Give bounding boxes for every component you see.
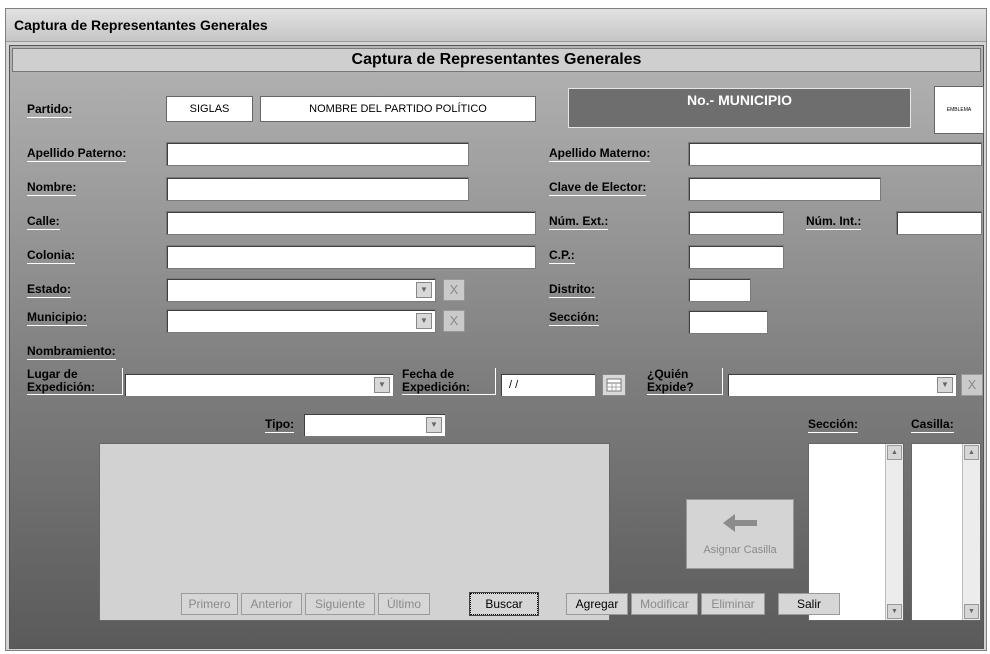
emblem-logo: EMBLEMA [934,86,984,134]
apellido-paterno-input[interactable] [166,142,469,166]
scroll-up-icon[interactable]: ▲ [964,445,979,460]
seccion-label: Sección: [549,310,600,326]
party-name-box: NOMBRE DEL PARTIDO POLÍTICO [260,96,536,122]
clave-elector-input[interactable] [688,177,881,201]
calendar-icon[interactable] [602,374,626,396]
quien-expide-select[interactable]: ▼ [727,373,957,397]
distrito-input[interactable] [688,278,751,302]
scroll-down-icon[interactable]: ▼ [964,604,979,619]
chevron-down-icon[interactable]: ▼ [374,377,390,393]
salir-button[interactable]: Salir [778,593,840,615]
apellido-materno-label: Apellido Materno: [549,146,651,162]
clear-estado-button[interactable]: X [443,279,465,301]
siguiente-button[interactable]: Siguiente [305,593,375,615]
agregar-button[interactable]: Agregar [566,593,628,615]
cp-label: C.P.: [549,248,575,264]
ultimo-button[interactable]: Último [378,593,430,615]
scroll-up-icon[interactable]: ▲ [887,445,902,460]
municipio-select[interactable]: ▼ [166,309,436,333]
estado-select[interactable]: ▼ [166,278,436,302]
calle-label: Calle: [27,214,60,230]
window-title: Captura de Representantes Generales [6,9,986,42]
colonia-input[interactable] [166,245,536,269]
siglas-box: SIGLAS [166,96,253,122]
scroll-down-icon[interactable]: ▼ [887,604,902,619]
quien-expide-label: ¿Quién Expide? [647,368,723,395]
clear-municipio-button[interactable]: X [443,310,465,332]
municipio-label: Municipio: [27,310,87,326]
apellido-paterno-label: Apellido Paterno: [27,146,127,162]
tipo-label: Tipo: [265,417,295,433]
form-header: Captura de Representantes Generales [12,48,981,72]
casilla-list-label: Casilla: [911,417,954,433]
municipio-banner: No.- MUNICIPIO [568,88,911,128]
num-ext-label: Núm. Ext.: [549,214,609,230]
casilla-list[interactable]: ▲ ▼ [911,443,981,621]
num-int-input[interactable] [896,211,982,235]
fecha-expedicion-label: Fecha de Expedición: [402,368,496,395]
clear-quien-expide-button[interactable]: X [961,374,983,396]
arrow-left-icon [723,514,757,532]
casilla-scrollbar[interactable]: ▲ ▼ [962,444,980,620]
chevron-down-icon[interactable]: ▼ [426,417,442,433]
fecha-expedicion-input[interactable]: / / [500,373,596,397]
chevron-down-icon[interactable]: ▼ [416,313,432,329]
eliminar-button[interactable]: Eliminar [701,593,765,615]
chevron-down-icon[interactable]: ▼ [416,282,432,298]
form-area: Captura de Representantes Generales Part… [9,45,984,649]
distrito-label: Distrito: [549,282,595,298]
anterior-button[interactable]: Anterior [241,593,302,615]
seccion-input[interactable] [688,310,768,334]
apellido-materno-input[interactable] [688,142,982,166]
asignar-casilla-button[interactable]: Asignar Casilla [686,499,794,569]
modificar-button[interactable]: Modificar [631,593,698,615]
asignar-casilla-label: Asignar Casilla [703,544,777,556]
lugar-expedicion-label: Lugar de Expedición: [27,368,123,395]
lugar-expedicion-select[interactable]: ▼ [124,373,394,397]
estado-label: Estado: [27,282,72,298]
partido-label: Partido: [27,102,73,118]
tipo-select[interactable]: ▼ [303,413,446,437]
chevron-down-icon[interactable]: ▼ [937,377,953,393]
num-ext-input[interactable] [688,211,784,235]
num-int-label: Núm. Int.: [806,214,862,230]
buscar-button[interactable]: Buscar [470,593,538,615]
nombre-input[interactable] [166,177,469,201]
seccion-list-label: Sección: [808,417,859,433]
nombramiento-label: Nombramiento: [27,344,116,360]
clave-elector-label: Clave de Elector: [549,180,647,196]
app-window: Captura de Representantes Generales Capt… [5,8,987,651]
seccion-scrollbar[interactable]: ▲ ▼ [885,444,903,620]
primero-button[interactable]: Primero [181,593,238,615]
cp-input[interactable] [688,245,784,269]
calle-input[interactable] [166,211,536,235]
nombre-label: Nombre: [27,180,77,196]
colonia-label: Colonia: [27,248,75,264]
